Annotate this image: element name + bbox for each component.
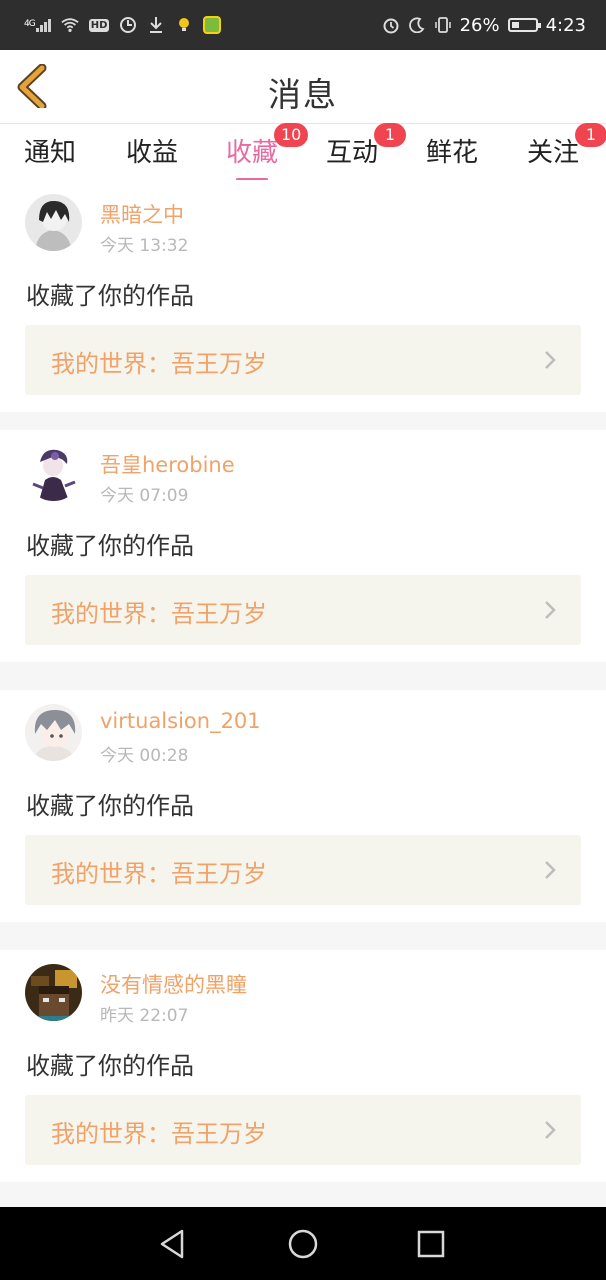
tab-label: 互动: [326, 138, 379, 168]
tab-label: 收藏: [226, 138, 279, 168]
username[interactable]: virtualsion_201: [100, 709, 261, 733]
avatar[interactable]: [25, 964, 82, 1021]
message-text: 收藏了你的作品: [26, 1052, 194, 1080]
cell-signal-icon: 4G: [24, 18, 51, 32]
tab-label: 关注: [527, 138, 580, 168]
unread-badge: 1: [575, 123, 606, 147]
wifi-icon: [61, 16, 79, 34]
work-title: 我的世界：吾王万岁: [51, 600, 267, 628]
avatar[interactable]: [25, 194, 82, 251]
page-title: 消息: [268, 75, 338, 114]
chevron-right-icon: [545, 351, 556, 369]
timestamp: 昨天 22:07: [100, 1006, 189, 1026]
avatar[interactable]: [25, 704, 82, 761]
message-card: virtualsion_201 今天 00:28 收藏了你的作品 我的世界：吾王…: [0, 690, 606, 922]
tab-flowers[interactable]: 鲜花: [426, 132, 478, 169]
chevron-right-icon: [545, 861, 556, 879]
work-title: 我的世界：吾王万岁: [51, 860, 267, 888]
vibrate-icon: [434, 16, 452, 34]
clock: 4:23: [545, 14, 586, 36]
unread-badge: 10: [274, 123, 309, 147]
username[interactable]: 黑暗之中: [100, 199, 184, 229]
timestamp: 今天 07:09: [100, 486, 189, 506]
work-link[interactable]: 我的世界：吾王万岁: [25, 835, 581, 905]
tab-label: 收益: [126, 138, 179, 168]
message-text: 收藏了你的作品: [26, 792, 194, 820]
chevron-right-icon: [545, 601, 556, 619]
nav-back-icon[interactable]: [156, 1227, 190, 1261]
timestamp: 今天 00:28: [100, 746, 189, 766]
unread-badge: 1: [374, 123, 406, 147]
message-text: 收藏了你的作品: [26, 532, 194, 560]
tab-favorites[interactable]: 收藏 10: [226, 123, 309, 181]
work-link[interactable]: 我的世界：吾王万岁: [25, 575, 581, 645]
moon-icon: [408, 16, 426, 34]
navigation-bar: [0, 1207, 606, 1280]
timestamp: 今天 13:32: [100, 236, 189, 256]
alarm-icon: [382, 16, 400, 34]
message-card: 吾皇herobine 今天 07:09 收藏了你的作品 我的世界：吾王万岁: [0, 430, 606, 662]
tab-follows[interactable]: 关注 1: [527, 123, 606, 169]
work-link[interactable]: 我的世界：吾王万岁: [25, 1095, 581, 1165]
tab-notifications[interactable]: 通知: [24, 132, 76, 169]
message-card: 黑暗之中 今天 13:32 收藏了你的作品 我的世界：吾王万岁: [0, 180, 606, 412]
download-icon: [147, 16, 165, 34]
work-title: 我的世界：吾王万岁: [51, 1120, 267, 1148]
nav-recents-icon[interactable]: [414, 1227, 448, 1261]
app-notification-icon: [203, 16, 222, 34]
tab-label: 通知: [24, 138, 77, 168]
tab-label: 鲜花: [426, 138, 479, 168]
message-card: 没有情感的黑瞳 昨天 22:07 收藏了你的作品 我的世界：吾王万岁: [0, 950, 606, 1182]
status-bar: 4G HD 26% 4:23: [0, 0, 606, 50]
tab-bar: 通知 收益 收藏 10 互动 1 鲜花 关注 1: [0, 123, 606, 181]
battery-percent: 26%: [459, 14, 500, 36]
tab-interactions[interactable]: 互动 1: [326, 123, 406, 169]
chevron-right-icon: [545, 1121, 556, 1139]
message-text: 收藏了你的作品: [26, 282, 194, 310]
tab-earnings[interactable]: 收益: [126, 132, 178, 169]
battery-icon: [507, 18, 541, 32]
nav-home-icon[interactable]: [286, 1227, 320, 1261]
app-header: 消息: [0, 50, 606, 124]
data-saver-icon: [119, 16, 137, 34]
bulb-app-icon: [175, 16, 193, 34]
username[interactable]: 吾皇herobine: [100, 449, 235, 479]
avatar[interactable]: [25, 444, 82, 501]
work-title: 我的世界：吾王万岁: [51, 350, 267, 378]
username[interactable]: 没有情感的黑瞳: [100, 969, 247, 999]
work-link[interactable]: 我的世界：吾王万岁: [25, 325, 581, 395]
hd-icon: HD: [88, 18, 110, 32]
